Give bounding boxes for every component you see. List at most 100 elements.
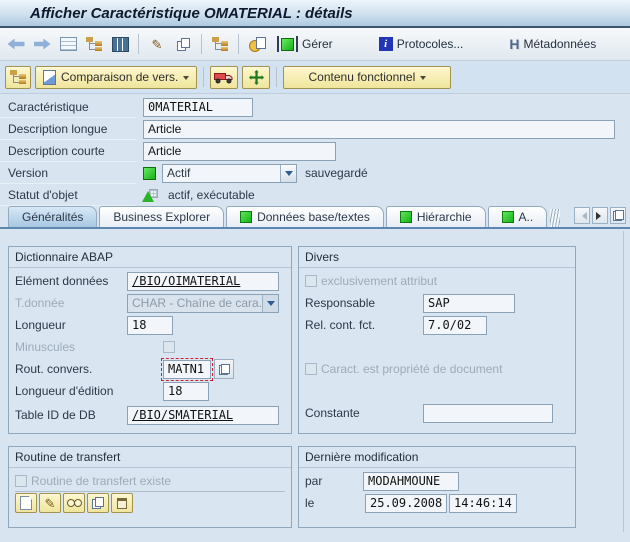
- output-length-label: Longueur d'édition: [15, 384, 127, 398]
- tab-scroll-left-button[interactable]: [574, 207, 590, 224]
- grid-view-button[interactable]: [110, 33, 130, 55]
- transfer-routine-exists-checkbox: [15, 475, 27, 487]
- chevron-down-icon: [285, 171, 293, 180]
- groupbox-title: Routine de transfert: [9, 447, 291, 468]
- change-date-field[interactable]: 25.09.2008: [365, 494, 447, 513]
- manage-label: Gérer: [302, 37, 333, 51]
- functional-content-button[interactable]: Contenu fonctionnel: [283, 66, 451, 89]
- transfer-routine-buttons-row: ✎: [15, 493, 285, 513]
- sid-table-row: Table ID de DB /BIO/SMATERIAL: [15, 405, 285, 425]
- dropdown-button[interactable]: [280, 165, 296, 182]
- length-field[interactable]: 18: [127, 316, 173, 335]
- hidden-tabs-edge: [550, 209, 560, 227]
- pencil-icon: ✎: [45, 497, 56, 510]
- toolbar-separator: [276, 67, 277, 87]
- create-routine-button[interactable]: [15, 493, 37, 513]
- tab-scroll-right-button[interactable]: [592, 207, 608, 224]
- info-icon: i: [379, 37, 393, 51]
- move-object-button[interactable]: [242, 66, 270, 89]
- metadata-button[interactable]: H Métadonnées: [505, 33, 600, 55]
- groupbox-title: Dernière modification: [299, 447, 575, 468]
- tab-list-button[interactable]: [610, 207, 626, 224]
- glasses-icon: [67, 499, 82, 507]
- tab-donnees-base-textes[interactable]: Données base/textes: [226, 206, 384, 227]
- changed-by-field[interactable]: MODAHMOUNE: [363, 472, 459, 491]
- display-routine-button[interactable]: [63, 493, 85, 513]
- version-dropdown[interactable]: Actif: [162, 164, 297, 183]
- content-release-field[interactable]: 7.0/02: [423, 316, 487, 335]
- short-description-row: Description courte Article: [0, 140, 630, 162]
- document-property-checkbox: [305, 363, 317, 375]
- overlapping-squares-icon: [219, 364, 230, 375]
- back-icon: [8, 39, 25, 50]
- lowercase-label: Minuscules: [15, 340, 127, 354]
- truck-icon: [214, 70, 234, 84]
- version-compare-button[interactable]: Comparaison de vers.: [35, 66, 197, 89]
- protocols-button[interactable]: i Protocoles...: [375, 33, 468, 55]
- conversion-routine-field[interactable]: MATN1: [163, 360, 211, 379]
- change-routine-button[interactable]: ✎: [39, 493, 61, 513]
- back-button[interactable]: [6, 33, 26, 55]
- abap-dictionary-groupbox: Dictionnaire ABAP Elément données /BIO/O…: [8, 246, 292, 434]
- change-time-field[interactable]: 14:46:14: [449, 494, 517, 513]
- tab-business-explorer[interactable]: Business Explorer: [99, 206, 224, 227]
- conversion-routine-row: Rout. convers. MATN1: [15, 359, 285, 379]
- copy-icon: [92, 497, 104, 509]
- copy-pages-button[interactable]: [247, 33, 267, 55]
- lowercase-checkbox: [163, 341, 175, 353]
- data-element-row: Elément données /BIO/OIMATERIAL: [15, 271, 285, 291]
- length-label: Longueur: [15, 318, 127, 332]
- characteristic-field[interactable]: 0MATERIAL: [143, 98, 253, 117]
- transfer-routine-exists-row: Routine de transfert existe: [15, 471, 285, 492]
- object-status-text: actif, exécutable: [168, 188, 255, 202]
- length-row: Longueur 18: [15, 315, 285, 335]
- groupbox-title: Divers: [299, 247, 575, 268]
- manage-icon: [277, 36, 298, 52]
- constant-row: Constante: [305, 403, 569, 423]
- sid-table-field[interactable]: /BIO/SMATERIAL: [127, 406, 279, 425]
- display-change-button[interactable]: ✎: [147, 33, 167, 55]
- last-change-groupbox: Dernière modification par MODAHMOUNE le …: [298, 446, 576, 528]
- characteristic-row: Caractéristique 0MATERIAL: [0, 96, 630, 118]
- tab-hierarchie[interactable]: Hiérarchie: [386, 206, 486, 227]
- misc-groupbox: Divers exclusivement attribut Responsabl…: [298, 246, 576, 434]
- transport-button[interactable]: [210, 66, 238, 89]
- copy-object-button[interactable]: [173, 33, 193, 55]
- document-property-row: Caract. est propriété de document: [305, 359, 569, 379]
- title-bar: Afficher Caractéristique OMATERIAL : dét…: [0, 0, 630, 28]
- short-description-field[interactable]: Article: [143, 142, 336, 161]
- sap-gui-window: Afficher Caractéristique OMATERIAL : dét…: [0, 0, 630, 542]
- data-type-label: T.donnée: [15, 296, 127, 310]
- object-status-label: Statut d'objet: [0, 184, 136, 206]
- tab-generalites[interactable]: Généralités: [8, 206, 97, 227]
- data-element-field[interactable]: /BIO/OIMATERIAL: [127, 272, 279, 291]
- pencil-icon: ✎: [152, 38, 163, 51]
- toolbar-separator: [201, 34, 202, 54]
- green-led-icon: [400, 211, 412, 223]
- tree-view-button[interactable]: [84, 33, 104, 55]
- data-type-dropdown: CHAR - Chaîne de cara...: [127, 294, 279, 313]
- hierarchy-icon: [10, 70, 26, 84]
- constant-field[interactable]: [423, 404, 553, 423]
- transport-connection-button[interactable]: [210, 33, 230, 55]
- object-status-row: Statut d'objet actif, exécutable: [0, 184, 630, 206]
- changed-by-label: par: [305, 474, 363, 488]
- tab-label: A..: [519, 210, 534, 224]
- tab-scroll-controls: [572, 207, 626, 224]
- output-length-field[interactable]: 18: [163, 382, 209, 401]
- long-description-field[interactable]: Article: [143, 120, 615, 139]
- copy-routine-button[interactable]: [87, 493, 109, 513]
- short-description-label: Description courte: [0, 140, 136, 162]
- tab-attributs-truncated[interactable]: A..: [488, 206, 548, 227]
- forward-button[interactable]: [32, 33, 52, 55]
- responsible-field[interactable]: SAP: [423, 294, 515, 313]
- overview-button[interactable]: [58, 33, 78, 55]
- delete-routine-button[interactable]: [111, 493, 133, 513]
- hierarchy-display-button[interactable]: [5, 66, 31, 89]
- compare-document-icon: [43, 70, 56, 85]
- multiple-values-button[interactable]: [214, 359, 234, 379]
- tab-list-icon: [613, 210, 624, 221]
- attribute-only-row: exclusivement attribut: [305, 271, 569, 291]
- application-toolbar: Comparaison de vers. Contenu fonctionnel: [0, 61, 630, 94]
- manage-button[interactable]: Gérer: [273, 33, 337, 55]
